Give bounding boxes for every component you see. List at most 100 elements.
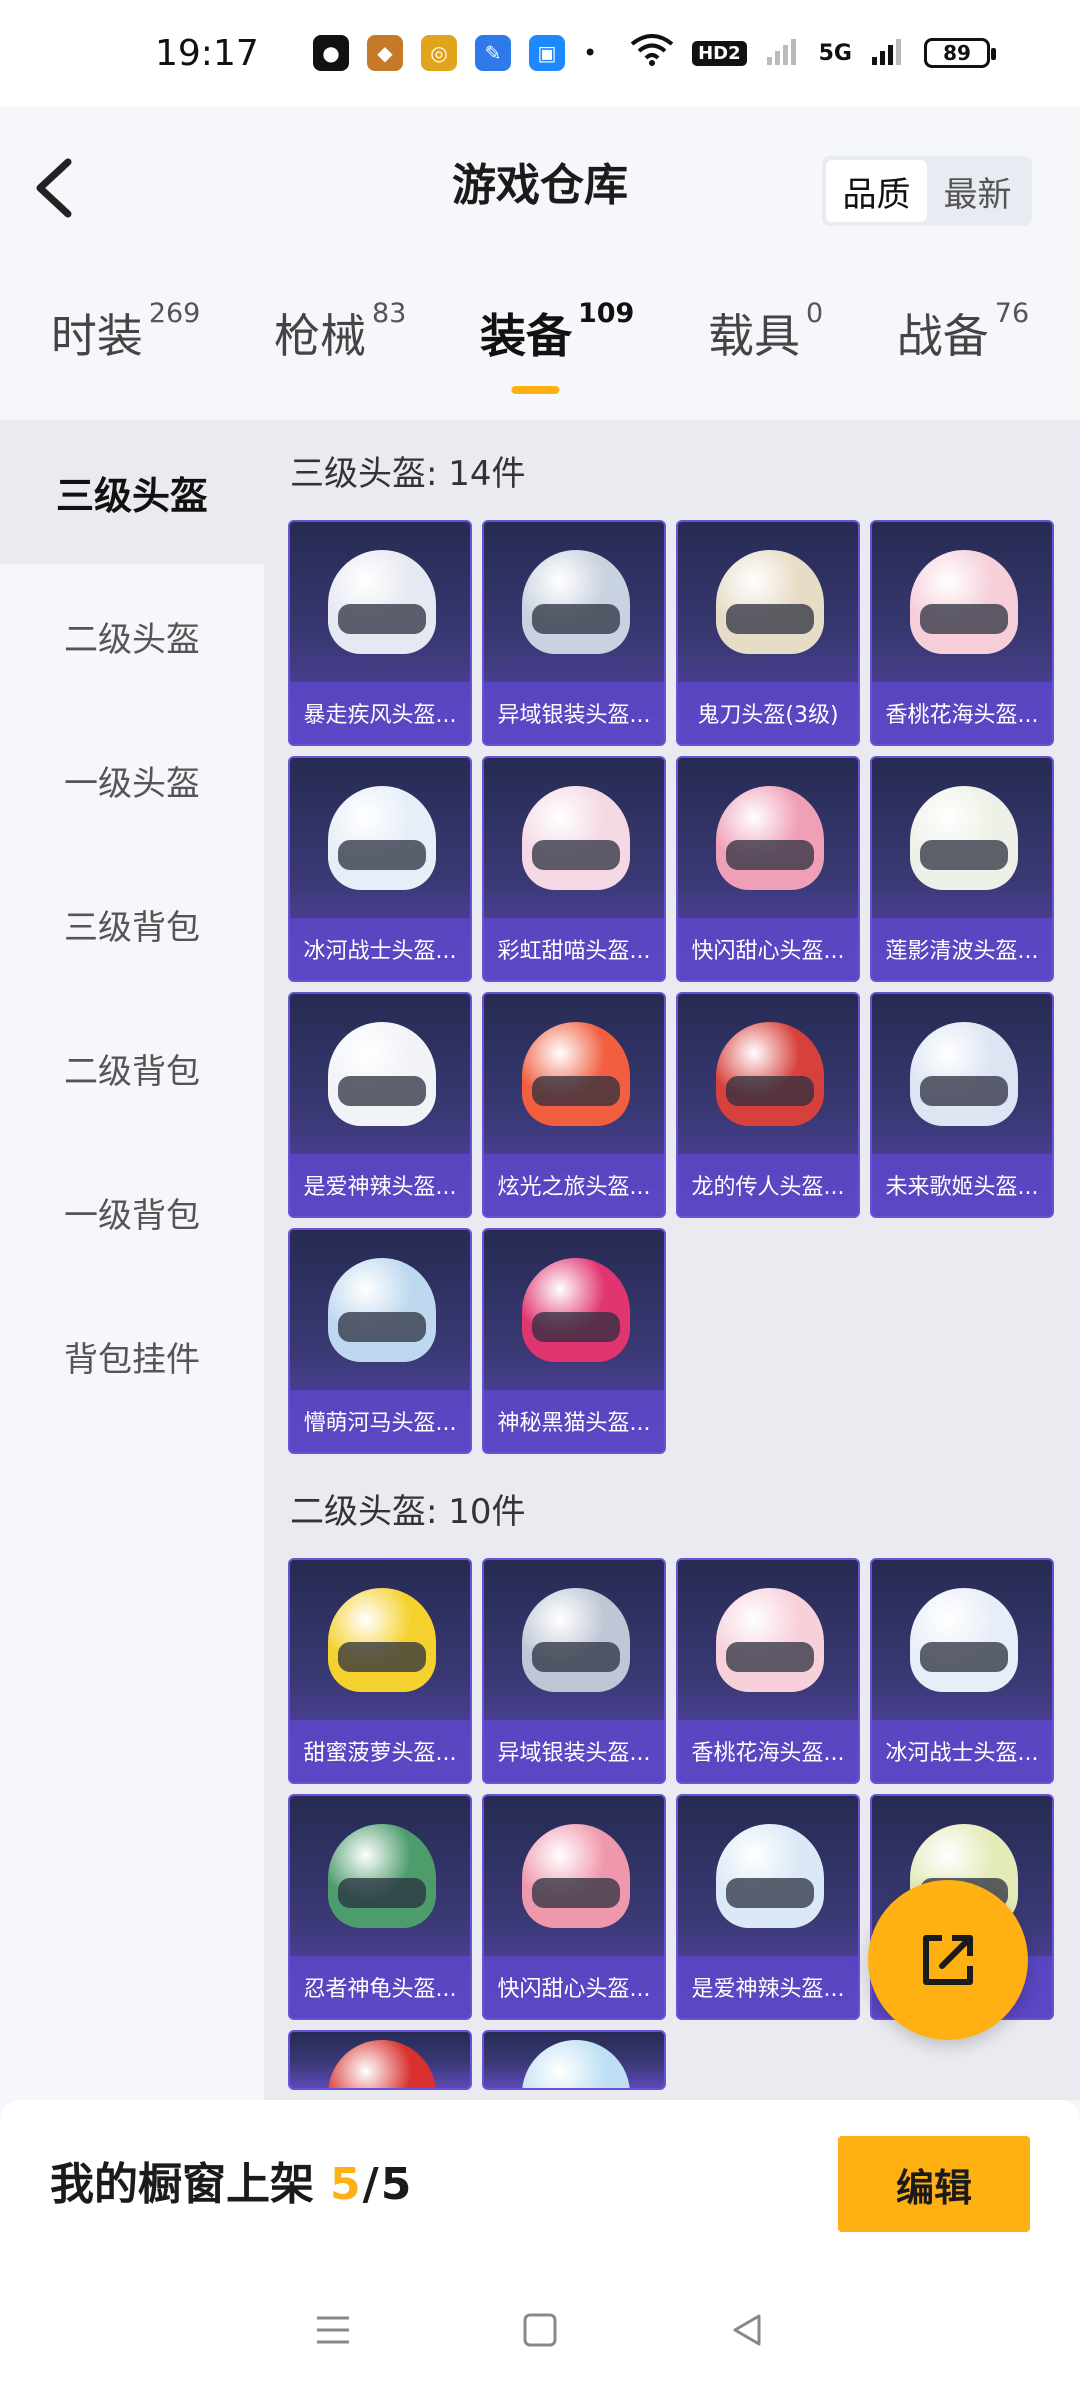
item-card[interactable]: 快闪甜心头盔...: [676, 756, 860, 982]
triangle-back-icon: [733, 2314, 761, 2346]
helmet-visor: [920, 1642, 1008, 1672]
item-card[interactable]: 莲影清波头盔...: [870, 756, 1054, 982]
item-name: 龙的传人头盔...: [678, 1154, 858, 1216]
showcase-total-count: 5: [380, 2159, 412, 2210]
tab-label: 载具: [707, 309, 800, 363]
section-title-level3-helmet: 三级头盔: 14件: [290, 453, 526, 494]
item-card[interactable]: 未来歌姬头盔...: [870, 992, 1054, 1218]
item-card[interactable]: 是爱神辣头盔...: [288, 992, 472, 1218]
helmet-image: [910, 550, 1018, 654]
tab-count: 109: [577, 298, 635, 329]
sidebar-item-level2-helmet[interactable]: 二级头盔: [0, 564, 264, 708]
helmet-image: [522, 1824, 630, 1928]
helmet-image: [716, 786, 824, 890]
item-name: 异域银装头盔...: [484, 682, 664, 744]
home-nav-button[interactable]: [510, 2300, 570, 2360]
showcase-separator: /: [362, 2159, 379, 2210]
tab-equipment[interactable]: 装备 109: [480, 298, 635, 394]
share-button[interactable]: [868, 1880, 1028, 2040]
showcase-current-count: 5: [330, 2159, 361, 2210]
tab-vehicles[interactable]: 载具 0: [707, 298, 823, 376]
item-name: 快闪甜心头盔...: [484, 1956, 664, 2018]
helmet-image: [910, 1588, 1018, 1692]
item-name: 未来歌姬头盔...: [872, 1154, 1052, 1216]
page-header: 游戏仓库 品质 最新: [0, 106, 1080, 256]
item-card[interactable]: 是爱神辣头盔...: [676, 1794, 860, 2020]
helmet-image: [328, 1824, 436, 1928]
wechat-icon: ●: [313, 35, 349, 71]
item-name: 懵萌河马头盔...: [290, 1390, 470, 1452]
item-card[interactable]: [288, 2030, 472, 2090]
tab-count: 269: [148, 298, 201, 329]
helmet-image: [522, 1022, 630, 1126]
category-tabs: 时装 269 枪械 83 装备 109 载具 0 战备 76: [0, 256, 1080, 420]
sort-option-newest[interactable]: 最新: [927, 160, 1028, 222]
sort-option-quality[interactable]: 品质: [826, 160, 927, 222]
helmet-visor: [532, 1878, 620, 1908]
item-card[interactable]: 懵萌河马头盔...: [288, 1228, 472, 1454]
helmet-visor: [338, 1878, 426, 1908]
tab-gear[interactable]: 战备 76: [896, 298, 1029, 376]
tab-label: 时装: [50, 309, 143, 363]
item-card[interactable]: 神秘黑猫头盔...: [482, 1228, 666, 1454]
item-name: 异域银装头盔...: [484, 1720, 664, 1782]
menu-nav-button[interactable]: [303, 2300, 363, 2360]
tab-label: 枪械: [273, 309, 366, 363]
item-card[interactable]: 异域银装头盔...: [482, 520, 666, 746]
item-card[interactable]: 甜蜜菠萝头盔...: [288, 1558, 472, 1784]
helmet-visor: [532, 1312, 620, 1342]
item-card[interactable]: 暴走疾风头盔...: [288, 520, 472, 746]
system-nav-bar: [0, 2260, 1080, 2400]
helmet-visor: [338, 1312, 426, 1342]
item-card[interactable]: 龙的传人头盔...: [676, 992, 860, 1218]
tab-label: 战备: [896, 309, 989, 363]
sidebar-item-level2-backpack[interactable]: 二级背包: [0, 996, 264, 1140]
category-sidebar: 三级头盔 二级头盔 一级头盔 三级背包 二级背包 一级背包 背包挂件: [0, 420, 264, 2100]
back-nav-button[interactable]: [717, 2300, 777, 2360]
item-card[interactable]: 冰河战士头盔...: [288, 756, 472, 982]
helmet-image: [716, 1022, 824, 1126]
game-app-icon: ◆: [367, 35, 403, 71]
item-list: 三级头盔: 14件 暴走疾风头盔... 异域银装头盔... 鬼刀头盔(3级) 香桃花海…: [264, 420, 1080, 2100]
helmet-visor: [920, 1076, 1008, 1106]
share-external-icon: [923, 1935, 973, 1985]
item-card[interactable]: 香桃花海头盔...: [676, 1558, 860, 1784]
item-card[interactable]: 异域银装头盔...: [482, 1558, 666, 1784]
helmet-visor: [338, 1076, 426, 1106]
helmet-visor: [726, 1878, 814, 1908]
item-card[interactable]: [482, 2030, 666, 2090]
sidebar-item-level3-backpack[interactable]: 三级背包: [0, 852, 264, 996]
item-name: 香桃花海头盔...: [872, 682, 1052, 744]
helmet-visor: [338, 1642, 426, 1672]
item-card[interactable]: 彩虹甜喵头盔...: [482, 756, 666, 982]
helmet-visor: [726, 1642, 814, 1672]
feather-app-icon: ✎: [475, 35, 511, 71]
item-card[interactable]: 冰河战士头盔...: [870, 1558, 1054, 1784]
edit-button[interactable]: 编辑: [838, 2136, 1030, 2232]
sidebar-item-backpack-charm[interactable]: 背包挂件: [0, 1284, 264, 1428]
item-name: 炫光之旅头盔...: [484, 1154, 664, 1216]
status-indicators: HD2 5G 89: [630, 0, 996, 106]
back-button[interactable]: [30, 156, 80, 220]
status-bar: 19:17 ● ◆ ◎ ✎ ▣ • HD2 5G 89: [0, 0, 1080, 106]
home-square-icon: [523, 2313, 557, 2347]
helmet-image: [328, 1588, 436, 1692]
item-name: 香桃花海头盔...: [678, 1720, 858, 1782]
item-card[interactable]: 快闪甜心头盔...: [482, 1794, 666, 2020]
helmet-visor: [532, 604, 620, 634]
tab-fashion[interactable]: 时装 269: [50, 298, 201, 376]
item-card[interactable]: 忍者神龟头盔...: [288, 1794, 472, 2020]
coin-app-icon: ◎: [421, 35, 457, 71]
helmet-visor: [338, 840, 426, 870]
helmet-image: [716, 1588, 824, 1692]
item-card[interactable]: 鬼刀头盔(3级): [676, 520, 860, 746]
helmet-image: [910, 1022, 1018, 1126]
sidebar-item-level1-backpack[interactable]: 一级背包: [0, 1140, 264, 1284]
sidebar-item-level3-helmet[interactable]: 三级头盔: [0, 420, 264, 564]
item-card[interactable]: 炫光之旅头盔...: [482, 992, 666, 1218]
battery-indicator: 89: [924, 38, 996, 68]
tab-active-indicator: [511, 386, 560, 394]
item-card[interactable]: 香桃花海头盔...: [870, 520, 1054, 746]
sidebar-item-level1-helmet[interactable]: 一级头盔: [0, 708, 264, 852]
tab-guns[interactable]: 枪械 83: [273, 298, 406, 376]
